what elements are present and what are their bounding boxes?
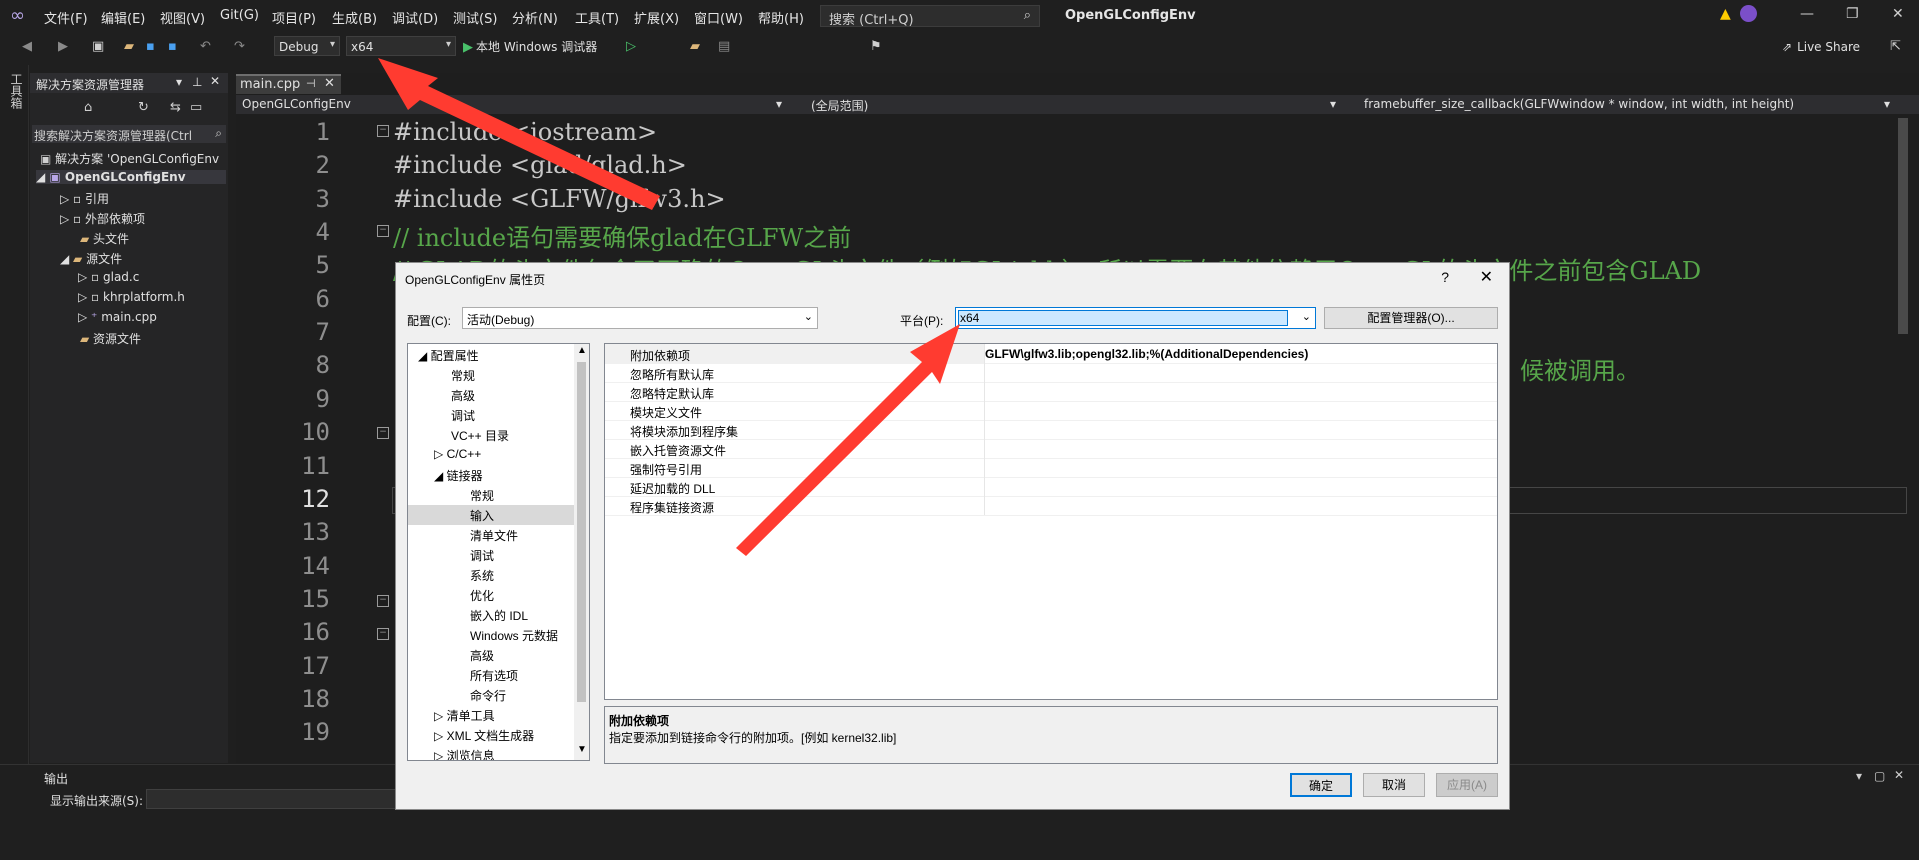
arrow-to-platform-select bbox=[736, 324, 960, 556]
arrow-to-platform-combo bbox=[378, 58, 660, 210]
annotation-arrows bbox=[378, 58, 960, 556]
platform-select-value: x64 bbox=[960, 311, 980, 325]
